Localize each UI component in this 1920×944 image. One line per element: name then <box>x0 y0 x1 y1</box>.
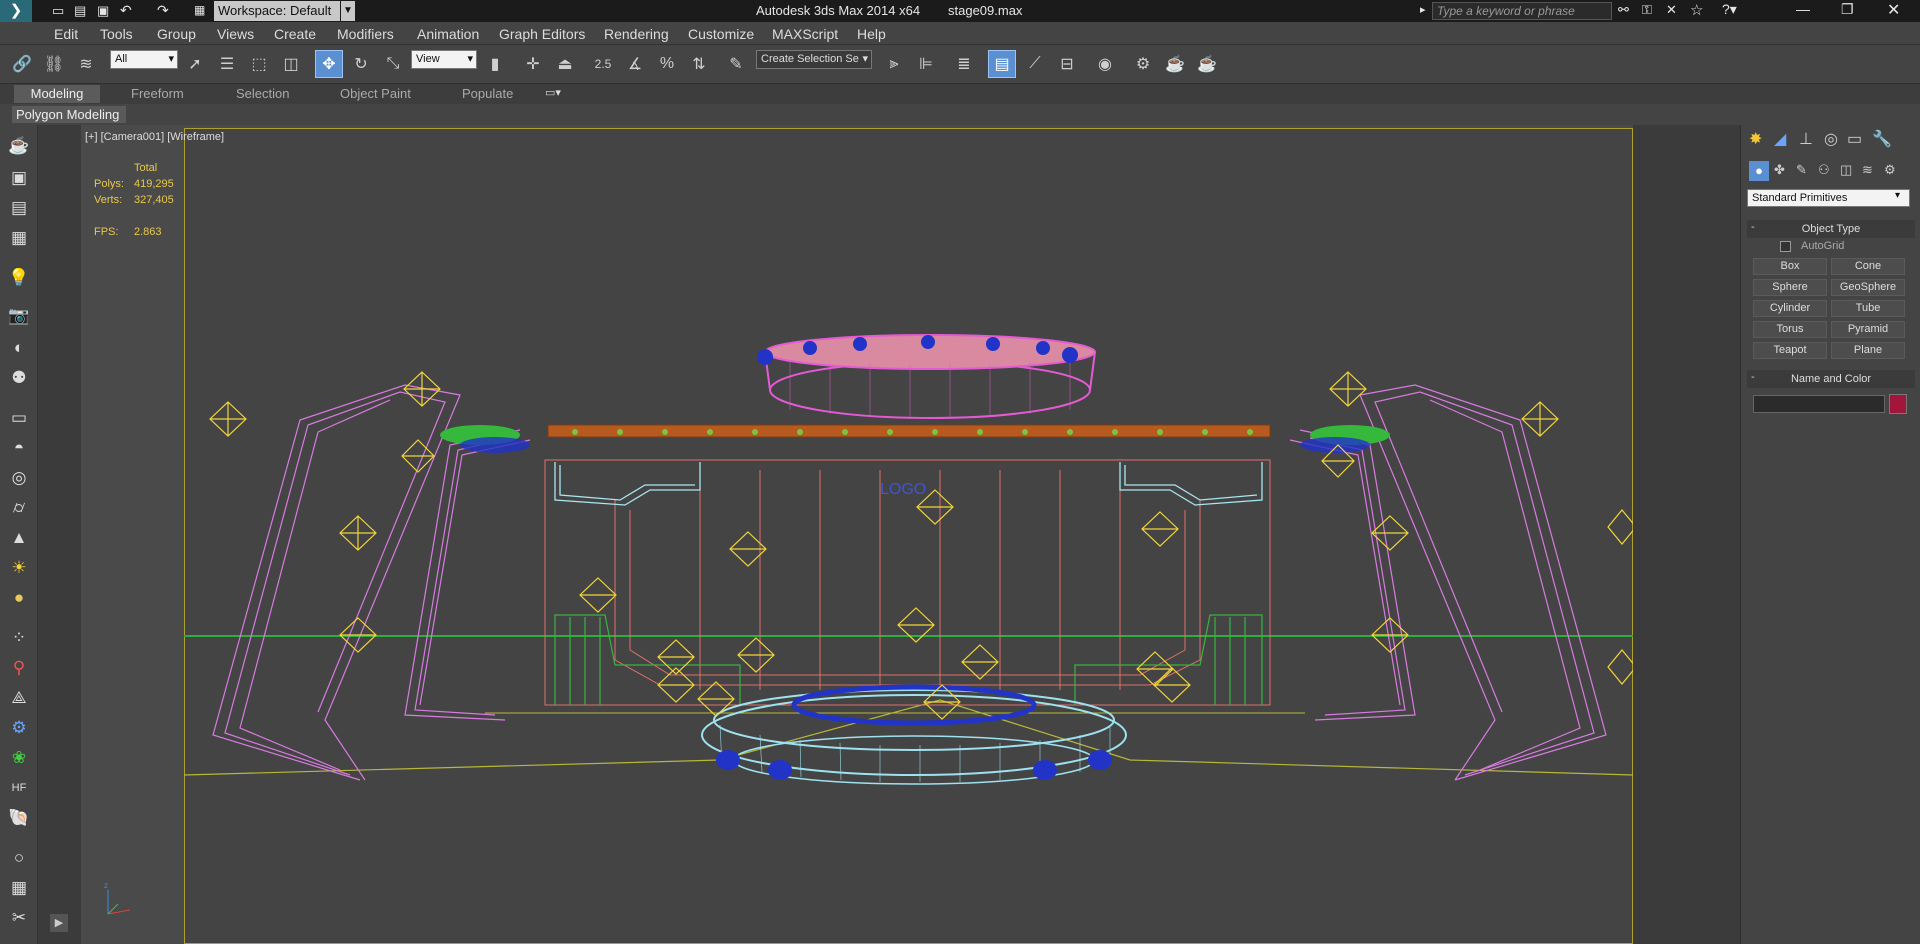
tab-utilities-icon[interactable]: 🔧 <box>1872 129 1892 149</box>
object-type-collapse-icon[interactable]: - <box>1751 221 1755 233</box>
pyramid-button[interactable]: Pyramid <box>1831 321 1905 338</box>
object-color-swatch[interactable] <box>1889 394 1907 414</box>
object-name-input[interactable] <box>1753 395 1885 413</box>
torus-button[interactable]: Torus <box>1753 321 1827 338</box>
cameras-icon[interactable]: ⚇ <box>1818 162 1830 178</box>
systems-icon[interactable]: ⚙ <box>1884 162 1896 178</box>
geosphere-button[interactable]: GeoSphere <box>1831 279 1905 296</box>
lights-icon[interactable]: ✎ <box>1796 162 1807 178</box>
tab-hierarchy-icon[interactable]: ⊥ <box>1799 129 1813 149</box>
autogrid-label: AutoGrid <box>1801 240 1845 252</box>
spacewarps-icon[interactable]: ≋ <box>1862 162 1873 178</box>
tab-modify-icon[interactable]: ◢ <box>1774 129 1786 149</box>
helpers-icon[interactable]: ◫ <box>1840 162 1852 178</box>
plane-button[interactable]: Plane <box>1831 342 1905 359</box>
command-panel: ✸ ◢ ⊥ ◎ ▭ 🔧 ● ✤ ✎ ⚇ ◫ ≋ ⚙ Standard Primi… <box>1740 125 1920 944</box>
tube-button[interactable]: Tube <box>1831 300 1905 317</box>
cylinder-button[interactable]: Cylinder <box>1753 300 1827 317</box>
box-button[interactable]: Box <box>1753 258 1827 275</box>
name-color-collapse-icon[interactable]: - <box>1751 371 1755 383</box>
autogrid-checkbox[interactable] <box>1780 241 1791 252</box>
teapot-button[interactable]: Teapot <box>1753 342 1827 359</box>
shapes-icon[interactable]: ✤ <box>1774 162 1785 178</box>
tab-create-icon[interactable]: ✸ <box>1749 129 1762 149</box>
right-gutter <box>1633 125 1740 944</box>
logo-text: LOGO <box>880 481 926 498</box>
object-type-rollout[interactable]: Object Type <box>1747 220 1915 238</box>
tab-display-icon[interactable]: ▭ <box>1847 129 1862 149</box>
category-arrow-icon[interactable]: ▾ <box>1895 190 1900 201</box>
name-color-rollout[interactable]: Name and Color <box>1747 370 1915 388</box>
scene-wireframe: LOGO z <box>104 334 1637 915</box>
cone-button[interactable]: Cone <box>1831 258 1905 275</box>
tab-motion-icon[interactable]: ◎ <box>1824 129 1838 149</box>
sphere-button[interactable]: Sphere <box>1753 279 1827 296</box>
svg-text:z: z <box>104 881 108 890</box>
category-dropdown[interactable]: Standard Primitives <box>1747 189 1910 207</box>
geometry-icon[interactable]: ● <box>1749 161 1769 181</box>
